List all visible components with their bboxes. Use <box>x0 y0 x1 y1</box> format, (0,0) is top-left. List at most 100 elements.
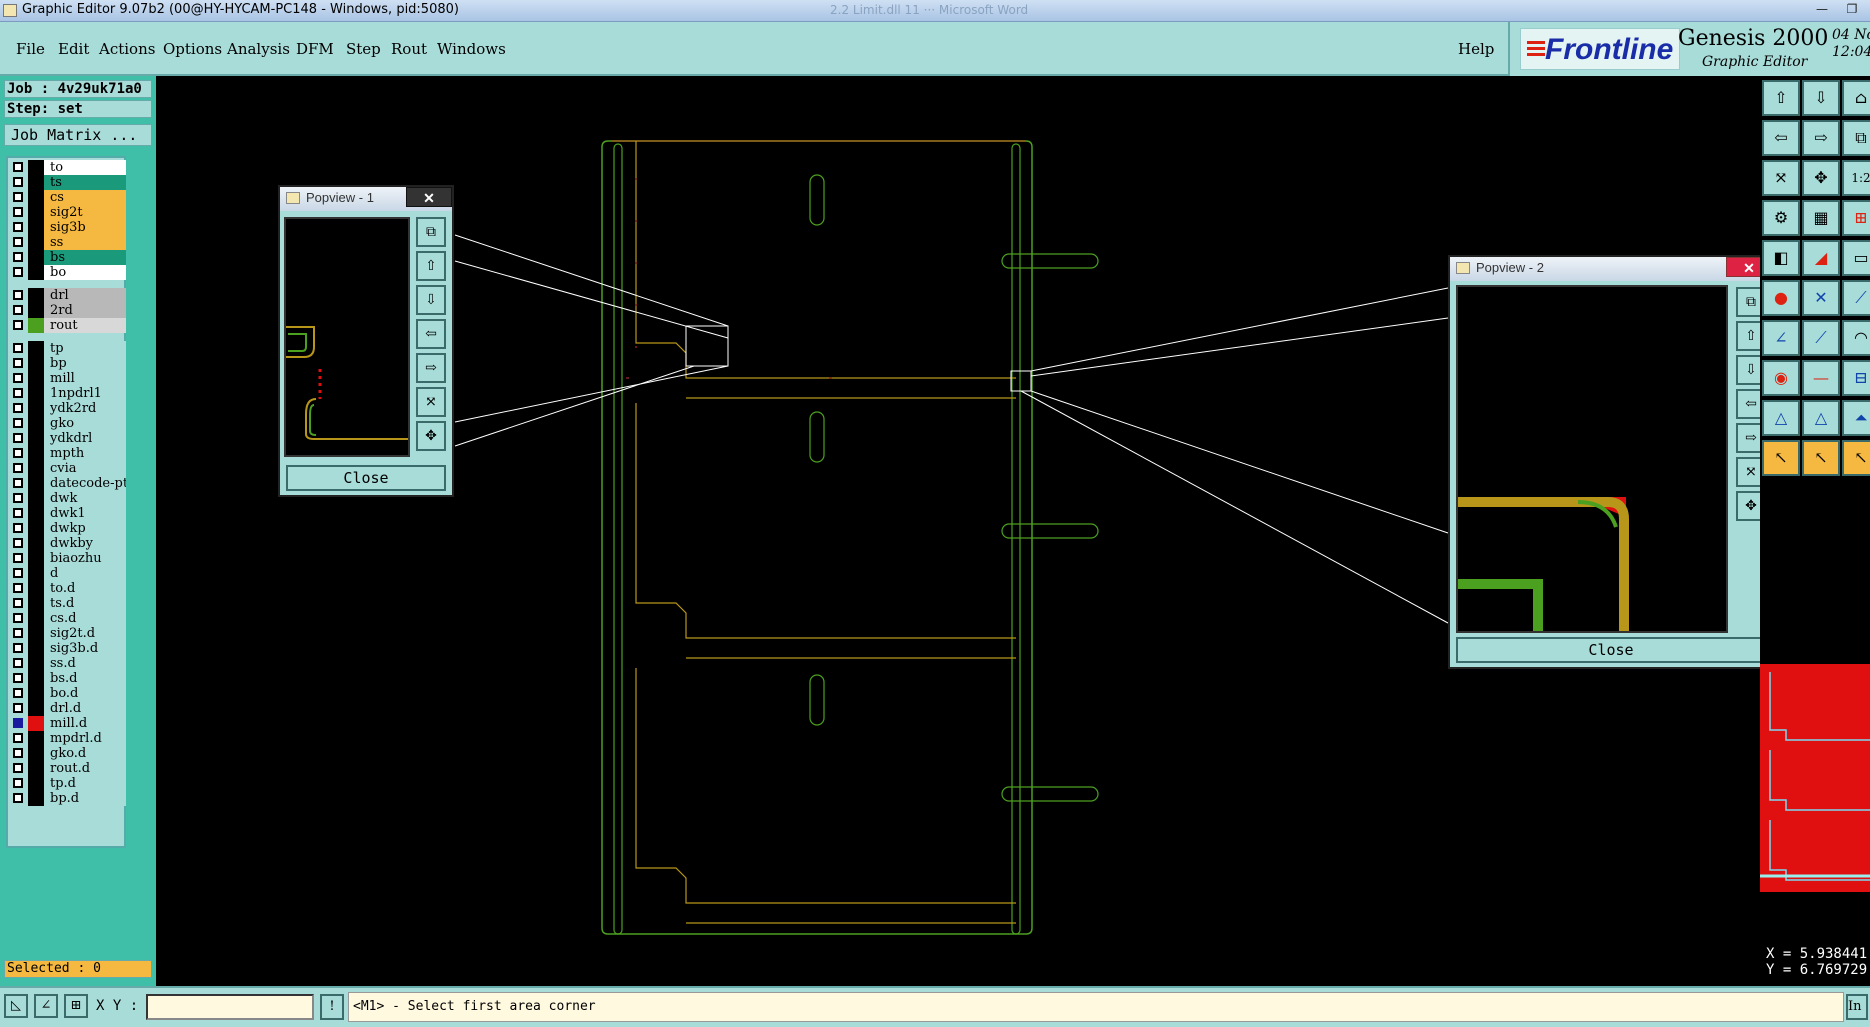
layer-row[interactable]: ss.d <box>10 656 126 671</box>
layer-checkbox[interactable] <box>13 267 23 277</box>
layer-row[interactable]: sig3b <box>10 220 126 235</box>
layer-checkbox[interactable] <box>13 523 23 533</box>
menu-rout[interactable]: Rout <box>391 40 427 58</box>
layer-checkbox[interactable] <box>13 290 23 300</box>
layer-row[interactable]: sig3b.d <box>10 641 126 656</box>
layer-row[interactable]: ydk2rd <box>10 401 126 416</box>
layer-checkbox[interactable] <box>13 763 23 773</box>
layer-row[interactable]: to.d <box>10 581 126 596</box>
menu-analysis[interactable]: Analysis <box>227 40 290 58</box>
layer-row[interactable]: mill.d <box>10 716 126 731</box>
triangle-outline-icon[interactable]: △ <box>1802 400 1840 436</box>
layer-name[interactable]: tp <box>44 341 126 356</box>
diagonal-icon[interactable]: ⟋ <box>1802 320 1840 356</box>
layer-checkbox[interactable] <box>13 778 23 788</box>
pan-right-icon[interactable]: ⇨ <box>416 353 446 383</box>
grid-mode-icon[interactable]: ⊞ <box>64 994 88 1018</box>
layer-name[interactable]: dwkp <box>44 521 126 536</box>
layer-checkbox[interactable] <box>13 448 23 458</box>
layer-checkbox[interactable] <box>13 320 23 330</box>
layer-checkbox[interactable] <box>13 688 23 698</box>
layer-name[interactable]: drl.d <box>44 701 126 716</box>
restore-icon[interactable]: ❐ <box>1840 2 1864 19</box>
layer-name[interactable]: ydkdrl <box>44 431 126 446</box>
layer-row[interactable]: bo <box>10 265 126 280</box>
layer-name[interactable]: mpdrl.d <box>44 731 126 746</box>
layer-checkbox[interactable] <box>13 358 23 368</box>
menu-help[interactable]: Help <box>1458 40 1494 58</box>
layer-name[interactable]: drl <box>44 288 126 303</box>
layer-checkbox[interactable] <box>13 673 23 683</box>
menu-edit[interactable]: Edit <box>58 40 89 58</box>
layer-name[interactable]: bo <box>44 265 126 280</box>
layer-name[interactable]: gko <box>44 416 126 431</box>
layer-name[interactable]: mill <box>44 371 126 386</box>
zoom-in-icon[interactable]: ⤧ <box>1762 160 1800 196</box>
close-icon[interactable]: ✕ <box>406 187 452 207</box>
copy-icon[interactable]: ⧉ <box>1842 120 1870 156</box>
zoom-house-icon[interactable]: ⌂ <box>1842 80 1870 116</box>
layer-name[interactable]: cvia <box>44 461 126 476</box>
job-matrix-button[interactable]: Job Matrix ... <box>4 124 152 146</box>
menu-dfm[interactable]: DFM <box>296 40 334 58</box>
layer-checkbox[interactable] <box>13 463 23 473</box>
xy-input[interactable] <box>146 994 314 1020</box>
zoom-down-icon[interactable]: ⇩ <box>1802 80 1840 116</box>
snap-mode-icon[interactable]: ◺ <box>4 994 28 1018</box>
menu-step[interactable]: Step <box>346 40 381 58</box>
layer-name[interactable]: ts.d <box>44 596 126 611</box>
layer-row[interactable]: tp.d <box>10 776 126 791</box>
overview-map[interactable] <box>1760 660 1870 900</box>
zoom-home-icon[interactable]: ⇧ <box>1762 80 1800 116</box>
line-icon[interactable]: ⟋ <box>1842 280 1870 316</box>
layer-row[interactable]: mpth <box>10 446 126 461</box>
layer-checkbox[interactable] <box>13 748 23 758</box>
layer-name[interactable]: ss <box>44 235 126 250</box>
layer-checkbox[interactable] <box>13 613 23 623</box>
grid-icon[interactable]: ▦ <box>1802 200 1840 236</box>
menu-actions[interactable]: Actions <box>99 40 155 58</box>
layer-row[interactable]: tp <box>10 341 126 356</box>
layer-checkbox[interactable] <box>13 553 23 563</box>
menu-file[interactable]: File <box>16 40 45 58</box>
layer-checkbox[interactable] <box>13 162 23 172</box>
layer-name[interactable]: cs.d <box>44 611 126 626</box>
zoom-fit-icon[interactable]: ✥ <box>1802 160 1840 196</box>
cross-icon[interactable]: ✕ <box>1802 280 1840 316</box>
slash-icon[interactable]: ∠ <box>1762 320 1800 356</box>
layer-checkbox[interactable] <box>13 493 23 503</box>
dash-icon[interactable]: — <box>1802 360 1840 396</box>
layer-checkbox[interactable] <box>13 192 23 202</box>
layer-name[interactable]: tp.d <box>44 776 126 791</box>
input-mode-button[interactable]: In <box>1846 994 1868 1020</box>
layer-row[interactable]: bs.d <box>10 671 126 686</box>
layer-row[interactable]: 2rd <box>10 303 126 318</box>
pan-left-icon[interactable]: ⇦ <box>416 319 446 349</box>
pad-icon[interactable]: ● <box>1762 280 1800 316</box>
layer-name[interactable]: gko.d <box>44 746 126 761</box>
arc-icon[interactable]: ◠ <box>1842 320 1870 356</box>
layer-name[interactable]: rout.d <box>44 761 126 776</box>
layer-name[interactable]: datecode-ptc <box>44 476 126 491</box>
ruler-icon[interactable]: ▭ <box>1842 240 1870 276</box>
select-icon[interactable]: ◧ <box>1762 240 1800 276</box>
layer-checkbox[interactable] <box>13 583 23 593</box>
layer-name[interactable]: 1npdrl1 <box>44 386 126 401</box>
layer-row[interactable]: rout <box>10 318 126 333</box>
layer-checkbox[interactable] <box>13 538 23 548</box>
layer-row[interactable]: ydkdrl <box>10 431 126 446</box>
layer-name[interactable]: to <box>44 160 126 175</box>
info-icon[interactable]: ! <box>320 994 344 1020</box>
layer-checkbox[interactable] <box>13 433 23 443</box>
layer-name[interactable]: ydk2rd <box>44 401 126 416</box>
layer-row[interactable]: cs.d <box>10 611 126 626</box>
layer-name[interactable]: bs.d <box>44 671 126 686</box>
layer-checkbox[interactable] <box>13 343 23 353</box>
settings-icon[interactable]: ⚙ <box>1762 200 1800 236</box>
layer-row[interactable]: biaozhu <box>10 551 126 566</box>
layer-checkbox[interactable] <box>13 222 23 232</box>
layer-name[interactable]: sig2t.d <box>44 626 126 641</box>
snap-icon[interactable]: ⊞ <box>1842 200 1870 236</box>
dot-icon[interactable]: ◉ <box>1762 360 1800 396</box>
layer-row[interactable]: cvia <box>10 461 126 476</box>
